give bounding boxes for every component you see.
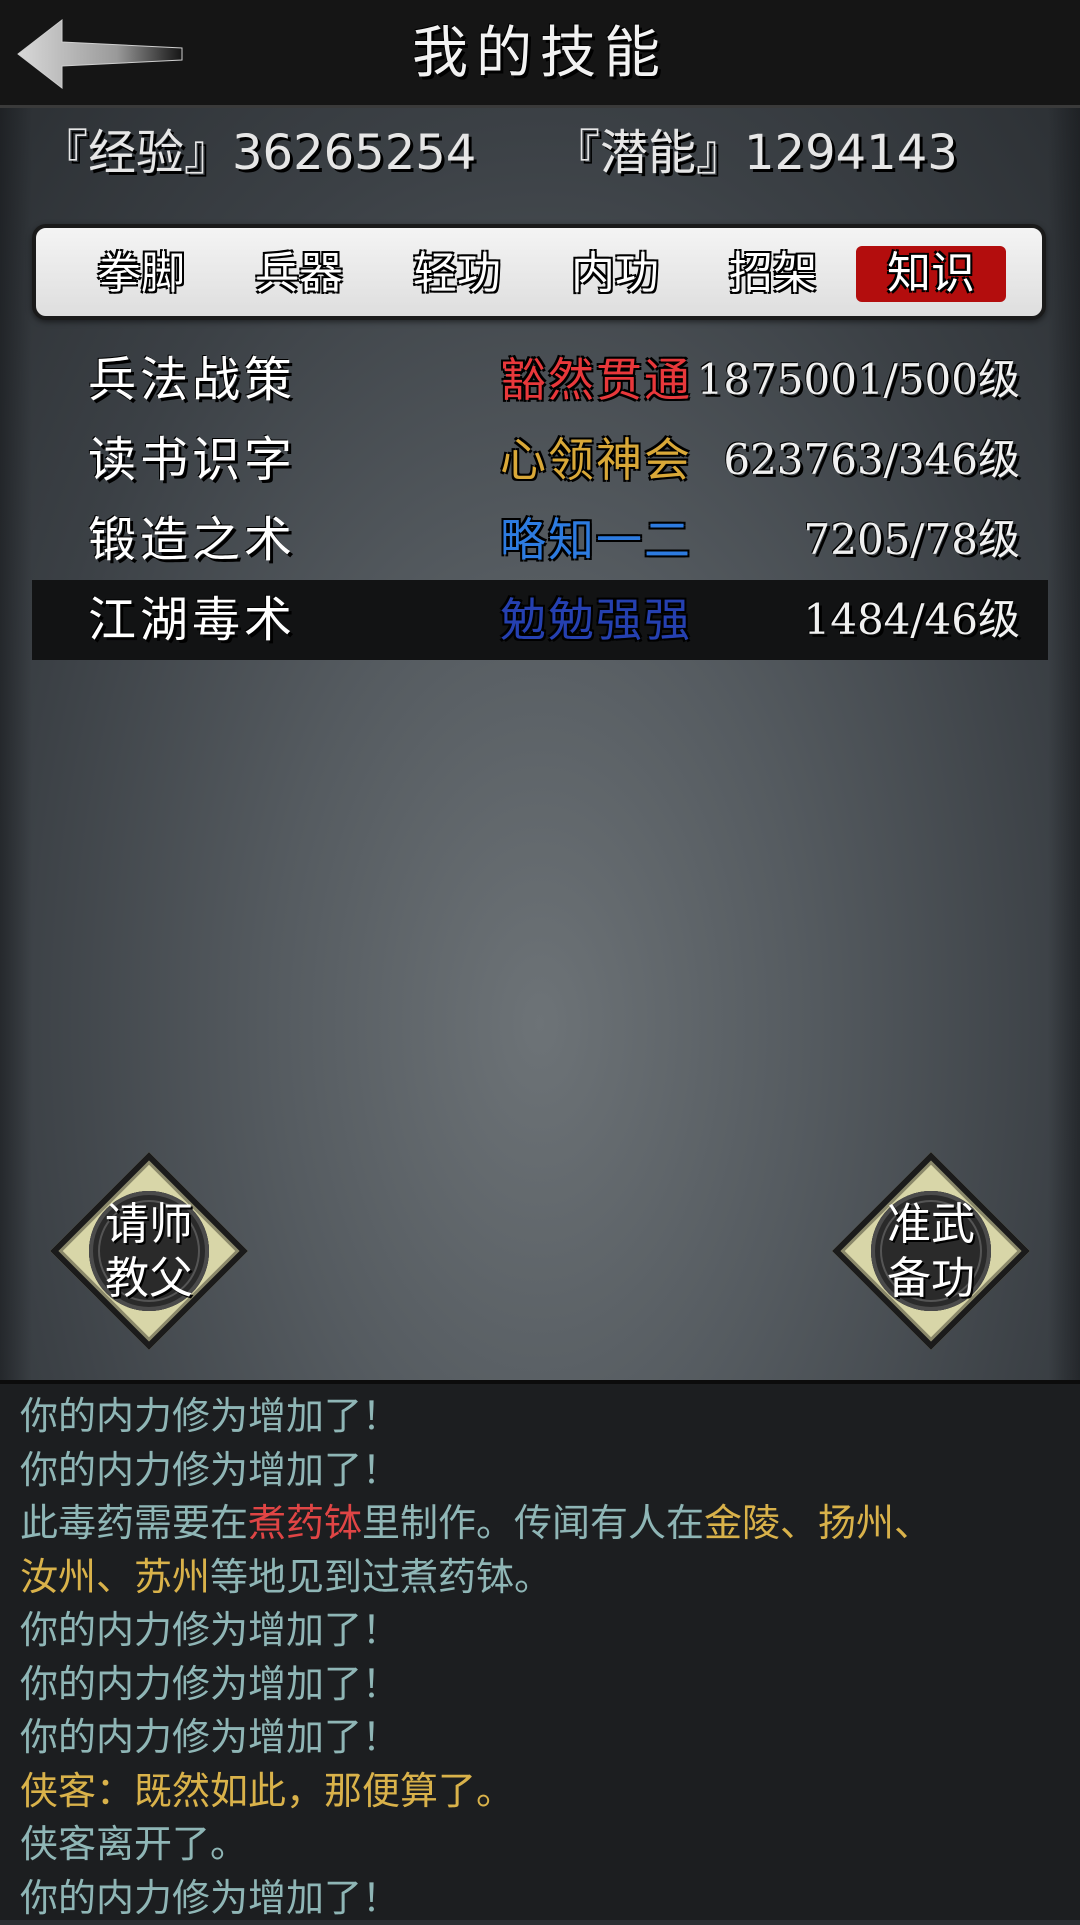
message-log[interactable]: 你的内力修为增加了！ 你的内力修为增加了！ 此毒药需要在煮药钵里制作。传闻有人在… bbox=[0, 1380, 1080, 1920]
log-line: 你的内力修为增加了！ bbox=[20, 1711, 1060, 1765]
skill-rank: 心领神会 bbox=[500, 420, 692, 500]
skill-rank: 略知一二 bbox=[500, 500, 692, 580]
log-line: 你的内力修为增加了！ bbox=[20, 1872, 1060, 1925]
skill-level: 1484/46级 bbox=[804, 580, 1020, 660]
skill-name: 江湖毒术 bbox=[88, 580, 296, 660]
back-arrow-icon bbox=[14, 18, 184, 90]
skill-rank: 豁然贯通 bbox=[500, 340, 692, 420]
skill-category-tabs: 拳脚 兵器 轻功 内功 招架 知识 bbox=[32, 224, 1046, 320]
skill-rank: 勉勉强强 bbox=[500, 580, 692, 660]
log-line: 你的内力修为增加了！ bbox=[20, 1604, 1060, 1658]
potential-stat: 『潜能』1294143 bbox=[552, 118, 958, 188]
ask-master-button[interactable]: 请师 教父 bbox=[44, 1146, 254, 1356]
skill-row[interactable]: 读书识字 心领神会 623763/346级 bbox=[32, 420, 1048, 500]
tab-knowledge[interactable]: 知识 bbox=[856, 246, 1006, 302]
skill-name: 读书识字 bbox=[88, 420, 296, 500]
log-line: 侠客：既然如此，那便算了。 bbox=[20, 1765, 1060, 1819]
log-line: 你的内力修为增加了！ bbox=[20, 1390, 1060, 1444]
log-line: 侠客离开了。 bbox=[20, 1818, 1060, 1872]
top-bar: 我的技能 bbox=[0, 0, 1080, 108]
skill-row[interactable]: 锻造之术 略知一二 7205/78级 bbox=[32, 500, 1048, 580]
tab-lightness[interactable]: 轻功 bbox=[382, 246, 532, 302]
tab-parry[interactable]: 招架 bbox=[698, 246, 848, 302]
tab-fist[interactable]: 拳脚 bbox=[66, 246, 216, 302]
skill-level: 7205/78级 bbox=[804, 500, 1020, 580]
log-line: 你的内力修为增加了！ bbox=[20, 1658, 1060, 1712]
log-line: 你的内力修为增加了！ bbox=[20, 1444, 1060, 1498]
log-line: 此毒药需要在煮药钵里制作。传闻有人在金陵、扬州、 bbox=[20, 1497, 1060, 1551]
tab-weapon[interactable]: 兵器 bbox=[224, 246, 374, 302]
prepare-skill-label: 准武 备功 bbox=[826, 1198, 1036, 1306]
skill-name: 锻造之术 bbox=[88, 500, 296, 580]
ask-master-label: 请师 教父 bbox=[44, 1198, 254, 1306]
experience-stat: 『经验』36265254 bbox=[40, 118, 476, 188]
log-line: 汝州、苏州等地见到过煮药钵。 bbox=[20, 1551, 1060, 1605]
skill-level: 1875001/500级 bbox=[697, 340, 1020, 420]
skill-row-selected[interactable]: 江湖毒术 勉勉强强 1484/46级 bbox=[32, 580, 1048, 660]
back-button[interactable] bbox=[14, 18, 184, 90]
skill-row[interactable]: 兵法战策 豁然贯通 1875001/500级 bbox=[32, 340, 1048, 420]
tab-inner[interactable]: 内功 bbox=[540, 246, 690, 302]
skill-level: 623763/346级 bbox=[723, 420, 1020, 500]
prepare-skill-button[interactable]: 准武 备功 bbox=[826, 1146, 1036, 1356]
skill-name: 兵法战策 bbox=[88, 340, 296, 420]
